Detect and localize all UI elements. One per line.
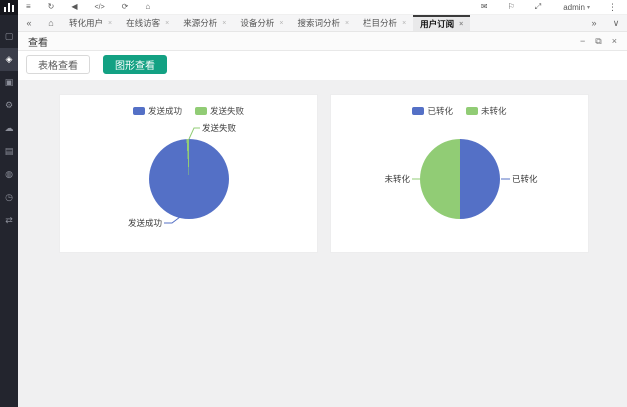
sidebar-item-network[interactable]: ◈ (0, 48, 18, 71)
username-label: admin (563, 3, 585, 12)
tab-conversion-users[interactable]: 转化用户 × (62, 15, 119, 31)
code-icon[interactable]: </> (95, 4, 105, 11)
tab-label: 搜索词分析 (297, 17, 340, 29)
maximize-icon[interactable]: ⧉ (595, 37, 601, 46)
panel-header: 查看 − ⧉ × (18, 32, 627, 51)
sidebar-item-transfer[interactable]: ⇄ (0, 209, 18, 232)
settings-icon: ⚙ (5, 100, 13, 111)
tab-label: 在线访客 (126, 17, 160, 29)
chevron-down-icon: ▾ (587, 4, 590, 11)
archive-icon: ▤ (5, 146, 14, 157)
legend: 发送成功 发送失败 (60, 105, 317, 117)
tab-device-analysis[interactable]: 设备分析 × (233, 15, 290, 31)
user-menu[interactable]: admin ▾ (563, 3, 590, 12)
close-icon[interactable]: × (165, 20, 169, 27)
legend-label: 发送失败 (210, 105, 244, 117)
close-icon[interactable]: × (612, 37, 617, 46)
legend-item-unconverted[interactable]: 未转化 (466, 105, 507, 117)
view-switch-row: 表格查看 图形查看 (18, 51, 627, 80)
tab-label: 栏目分析 (363, 17, 397, 29)
legend-label: 已转化 (427, 105, 453, 117)
sidebar-item-clock[interactable]: ◷ (0, 186, 18, 209)
panel-title: 查看 (28, 34, 48, 49)
fullscreen-icon[interactable]: ⤢ (535, 3, 541, 11)
sidebar-item-monitor[interactable]: ▢ (0, 25, 18, 48)
pie-label-send-fail: 发送失败 (202, 123, 236, 133)
clock-icon: ◷ (5, 192, 13, 203)
legend-label: 未转化 (481, 105, 507, 117)
announce-icon[interactable]: ◀ (71, 3, 77, 11)
sidebar-item-settings[interactable]: ⚙ (0, 94, 18, 117)
pie-chart-send-result[interactable] (149, 139, 229, 219)
close-icon[interactable]: × (108, 20, 112, 27)
tabbar-spacer (470, 15, 583, 31)
sidebar-item-lock[interactable]: ◍ (0, 163, 18, 186)
tabs-collapse-icon[interactable]: « (18, 15, 40, 31)
view-panel: 查看 − ⧉ × 表格查看 图形查看 发送成功 (18, 32, 627, 407)
home-icon[interactable]: ⌂ (145, 3, 150, 11)
close-icon[interactable]: × (345, 20, 349, 27)
sidebar-item-archive[interactable]: ▤ (0, 140, 18, 163)
tag-icon[interactable]: ⚐ (508, 3, 515, 11)
legend-item-converted[interactable]: 已转化 (412, 105, 453, 117)
bar-chart-logo-icon (4, 3, 14, 12)
chart-view-button[interactable]: 图形查看 (103, 55, 167, 74)
pie-label-send-success: 发送成功 (122, 218, 162, 228)
top-toolbar: ≡ ↻ ◀ </> ⟳ ⌂ ✉ ⚐ ⤢ admin ▾ ⋮ (18, 0, 627, 15)
tab-column-analysis[interactable]: 栏目分析 × (356, 15, 413, 31)
tab-online-visitors[interactable]: 在线访客 × (119, 15, 176, 31)
menu-icon[interactable]: ≡ (26, 3, 31, 11)
message-icon[interactable]: ✉ (481, 3, 488, 11)
pie-label-unconverted: 未转化 (370, 174, 410, 184)
pie-label-converted: 已转化 (512, 174, 538, 184)
minimize-icon[interactable]: − (580, 37, 585, 46)
tab-label: 转化用户 (69, 17, 103, 29)
more-icon[interactable]: ⋮ (608, 2, 617, 13)
charts-area: 发送成功 发送失败 发送失败 发送成功 (18, 80, 627, 407)
tab-label: 来源分析 (183, 17, 217, 29)
legend-item-send-success[interactable]: 发送成功 (133, 105, 182, 117)
refresh-icon[interactable]: ↻ (48, 3, 55, 11)
legend-swatch-blue (412, 107, 424, 115)
legend-swatch-green (466, 107, 478, 115)
sidebar-item-cloud[interactable]: ☁ (0, 117, 18, 140)
network-icon: ◈ (6, 54, 13, 65)
tabs-dropdown-icon[interactable]: ∨ (605, 15, 627, 31)
tab-label: 用户订阅 (420, 18, 454, 30)
pie-chart-conversion[interactable] (420, 139, 500, 219)
tab-label: 设备分析 (240, 17, 274, 29)
cloud-icon: ☁ (5, 123, 14, 134)
app-logo[interactable] (0, 0, 18, 15)
sync-icon[interactable]: ⟳ (122, 3, 129, 11)
close-icon[interactable]: × (402, 20, 406, 27)
close-icon[interactable]: × (222, 20, 226, 27)
table-view-button[interactable]: 表格查看 (26, 55, 90, 74)
tabs-overflow-icon[interactable]: » (583, 15, 605, 31)
legend-label: 发送成功 (148, 105, 182, 117)
tab-source-analysis[interactable]: 来源分析 × (176, 15, 233, 31)
tab-home-icon[interactable]: ⌂ (40, 15, 62, 31)
sidebar-item-image[interactable]: ▣ (0, 71, 18, 94)
close-icon[interactable]: × (279, 20, 283, 27)
send-result-pie-card: 发送成功 发送失败 发送失败 发送成功 (59, 94, 318, 253)
conversion-pie-card: 已转化 未转化 未转化 已转化 (330, 94, 589, 253)
tab-bar: « ⌂ 转化用户 × 在线访客 × 来源分析 × 设备分析 × 搜索词分析 × 栏目分析 ×… (18, 15, 627, 32)
tab-user-subscription[interactable]: 用户订阅 × (413, 15, 470, 31)
close-icon[interactable]: × (459, 21, 463, 28)
lock-icon: ◍ (5, 169, 13, 180)
transfer-icon: ⇄ (5, 215, 13, 226)
sidebar: ▢ ◈ ▣ ⚙ ☁ ▤ ◍ ◷ ⇄ (0, 0, 18, 407)
legend-swatch-green (195, 107, 207, 115)
main-column: ≡ ↻ ◀ </> ⟳ ⌂ ✉ ⚐ ⤢ admin ▾ ⋮ « ⌂ 转化用户 × … (18, 0, 627, 407)
image-icon: ▣ (5, 77, 14, 88)
legend: 已转化 未转化 (331, 105, 588, 117)
legend-swatch-blue (133, 107, 145, 115)
legend-item-send-fail[interactable]: 发送失败 (195, 105, 244, 117)
monitor-icon: ▢ (5, 31, 14, 42)
app-window: ▢ ◈ ▣ ⚙ ☁ ▤ ◍ ◷ ⇄ ≡ ↻ ◀ </> ⟳ ⌂ ✉ ⚐ ⤢ ad… (0, 0, 627, 407)
tab-keyword-analysis[interactable]: 搜索词分析 × (290, 15, 356, 31)
